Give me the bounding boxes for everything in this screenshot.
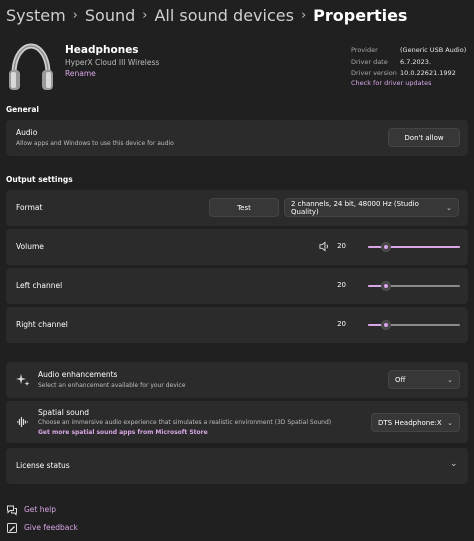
slider-thumb[interactable] xyxy=(381,320,391,330)
test-button[interactable]: Test xyxy=(209,198,279,217)
output-section-title: Output settings xyxy=(6,175,73,184)
license-status-label: License status xyxy=(16,461,70,470)
check-driver-updates-link[interactable]: Check for driver updates xyxy=(351,79,432,87)
chevron-down-icon: ⌄ xyxy=(447,418,453,427)
chevron-right-icon: › xyxy=(72,7,78,23)
get-help-link[interactable]: Get help xyxy=(24,505,56,514)
right-channel-label: Right channel xyxy=(16,320,68,329)
provider-value: (Generic USB Audio) xyxy=(400,46,467,54)
page-title: Properties xyxy=(313,5,408,25)
format-value: 2 channels, 24 bit, 48000 Hz (Studio Qua… xyxy=(291,199,419,216)
device-name: Headphones xyxy=(65,44,139,56)
audio-label: Audio xyxy=(16,128,38,137)
spatial-sound-dropdown[interactable]: DTS Headphone:X ⌄ xyxy=(371,413,460,432)
headphones-icon xyxy=(9,43,53,90)
volume-slider[interactable] xyxy=(368,242,460,252)
format-label: Format xyxy=(16,203,43,212)
audio-description: Allow apps and Windows to use this devic… xyxy=(16,140,174,147)
audio-enhancements-dropdown[interactable]: Off ⌄ xyxy=(388,370,460,389)
breadcrumb-sound[interactable]: Sound xyxy=(85,6,135,25)
chevron-down-icon: ⌄ xyxy=(446,203,452,212)
volume-value: 20 xyxy=(337,242,346,250)
slider-thumb[interactable] xyxy=(381,281,391,291)
license-status-card[interactable]: License status ⌄ xyxy=(6,448,468,484)
driver-version-label: Driver version xyxy=(351,69,397,77)
volume-label: Volume xyxy=(16,242,44,251)
chevron-right-icon: › xyxy=(300,7,307,23)
driver-date-value: 6.7.2023. xyxy=(400,57,432,66)
left-channel-slider[interactable] xyxy=(368,281,460,291)
feedback-icon xyxy=(7,523,17,533)
audio-enhancements-value: Off xyxy=(395,375,406,384)
speaker-icon[interactable] xyxy=(319,241,330,252)
provider-label: Provider xyxy=(351,46,378,54)
volume-card: Volume 20 xyxy=(6,229,468,265)
help-icon xyxy=(7,505,17,516)
driver-date-label: Driver date xyxy=(351,57,388,66)
right-channel-value: 20 xyxy=(337,320,346,328)
driver-version-value: 10.0.22621.1992 xyxy=(400,69,456,77)
breadcrumb: System › Sound › All sound devices › Pro… xyxy=(6,3,407,27)
driver-info-labels: Provider Driver date Driver version xyxy=(351,45,397,80)
audio-enhancements-card: Audio enhancements Select an enhancement… xyxy=(6,362,468,398)
spatial-sound-store-link[interactable]: Get more spatial sound apps from Microso… xyxy=(38,429,208,436)
audio-enhancements-description: Select an enhancement available for your… xyxy=(38,382,186,389)
left-channel-label: Left channel xyxy=(16,281,63,290)
chevron-right-icon: › xyxy=(142,7,148,23)
spatial-sound-value: DTS Headphone:X xyxy=(378,418,442,427)
audio-card: Audio Allow apps and Windows to use this… xyxy=(6,120,468,156)
spatial-sound-icon xyxy=(17,417,29,427)
audio-enhancements-label: Audio enhancements xyxy=(38,370,118,379)
format-card: Format Test 2 channels, 24 bit, 48000 Hz… xyxy=(6,190,468,226)
left-channel-value: 20 xyxy=(337,281,346,289)
format-dropdown[interactable]: 2 channels, 24 bit, 48000 Hz (Studio Qua… xyxy=(284,198,459,217)
spatial-sound-description: Choose an immersive audio experience tha… xyxy=(38,419,332,426)
spatial-sound-card: Spatial sound Choose an immersive audio … xyxy=(6,401,468,443)
chevron-down-icon[interactable]: ⌄ xyxy=(450,459,458,469)
breadcrumb-system[interactable]: System xyxy=(6,6,66,25)
right-channel-card: Right channel 20 xyxy=(6,307,468,343)
device-model: HyperX Cloud III Wireless xyxy=(65,58,160,67)
slider-thumb[interactable] xyxy=(381,242,391,252)
dont-allow-button[interactable]: Don't allow xyxy=(388,128,460,147)
chevron-down-icon: ⌄ xyxy=(447,375,453,384)
spatial-sound-label: Spatial sound xyxy=(38,408,89,417)
rename-link[interactable]: Rename xyxy=(65,69,96,78)
give-feedback-link[interactable]: Give feedback xyxy=(24,523,78,532)
driver-info-values: (Generic USB Audio) 6.7.2023. 10.0.22621… xyxy=(400,45,466,80)
general-section-title: General xyxy=(6,105,39,114)
sparkle-icon xyxy=(16,374,30,386)
left-channel-card: Left channel 20 xyxy=(6,268,468,304)
breadcrumb-all-sound-devices[interactable]: All sound devices xyxy=(154,6,293,25)
right-channel-slider[interactable] xyxy=(368,320,460,330)
